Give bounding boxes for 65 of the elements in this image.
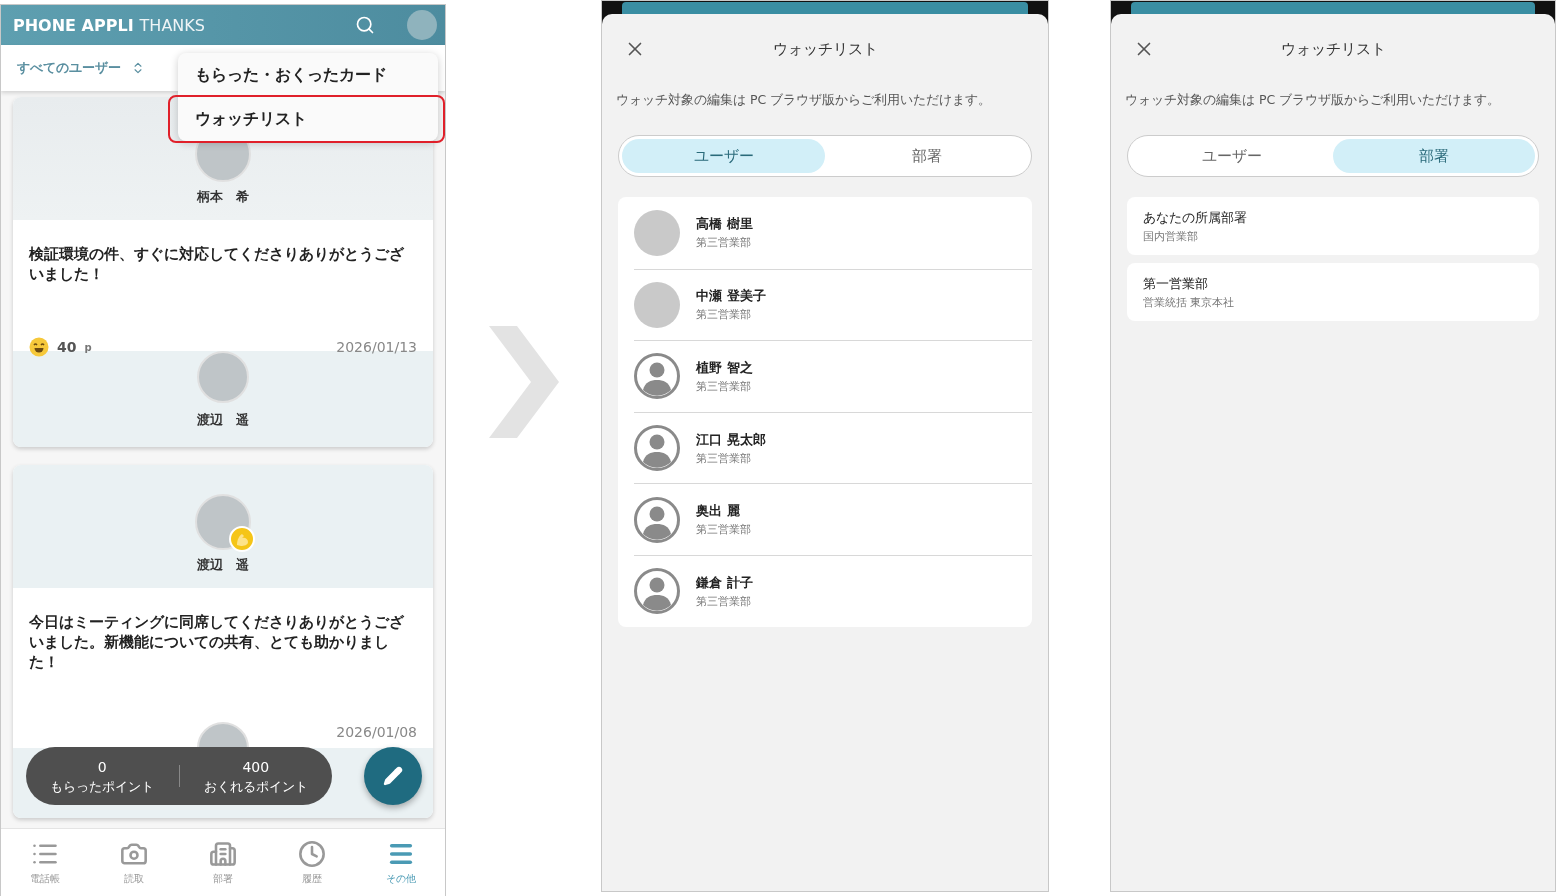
points-unit: p bbox=[84, 341, 92, 353]
user-department: 第三営業部 bbox=[696, 522, 751, 538]
clock-icon bbox=[297, 839, 326, 868]
card-date: 2026/01/13 bbox=[336, 339, 417, 355]
user-department: 第三営業部 bbox=[696, 307, 752, 323]
department-card[interactable]: 第一営業部 営業統括 東京本社 bbox=[1127, 263, 1539, 321]
points-value: 40 bbox=[57, 339, 77, 355]
user-row[interactable]: 鎌倉 計子 第三営業部 bbox=[634, 554, 1032, 627]
user-row[interactable]: 中瀬 登美子 第三営業部 bbox=[634, 268, 1032, 341]
user-row[interactable]: 奥出 麗 第三営業部 bbox=[634, 483, 1032, 555]
default-avatar-icon bbox=[634, 568, 680, 615]
nav-label: 履歴 bbox=[301, 871, 322, 886]
default-avatar-icon bbox=[634, 496, 680, 543]
sender-name: 渡辺 遥 bbox=[197, 556, 249, 574]
default-avatar-icon bbox=[634, 353, 680, 400]
nav-label: 電話帳 bbox=[30, 871, 61, 886]
user-name: 江口 晃太郎 bbox=[696, 430, 766, 449]
user-row[interactable]: 江口 晃太郎 第三営業部 bbox=[634, 411, 1032, 484]
points-count: 400 bbox=[242, 758, 270, 775]
sheet-title: ウォッチリスト bbox=[772, 39, 878, 59]
logo-text: PHONE APPLI bbox=[13, 15, 134, 35]
user-row[interactable]: 高橋 樹里 第三営業部 bbox=[634, 197, 1032, 269]
points-label: もらったポイント bbox=[50, 778, 155, 794]
recipient-name: 渡辺 遥 bbox=[197, 411, 249, 429]
card-message: 検証環境の件、すぐに対応してくださりありがとうございました！ bbox=[29, 245, 405, 284]
department-name: 第一営業部 bbox=[1143, 274, 1209, 293]
menu-item[interactable]: もらった・おくったカード bbox=[178, 53, 438, 97]
notice-text: ウォッチ対象の編集は PC ブラウザ版からご利用いただけます。 bbox=[1125, 92, 1502, 109]
department-name: あなたの所属部署 bbox=[1143, 208, 1248, 227]
user-name: 高橋 樹里 bbox=[696, 215, 753, 234]
segment-tab[interactable]: ユーザー bbox=[1131, 139, 1333, 173]
user-row[interactable]: 植野 智之 第三営業部 bbox=[634, 340, 1032, 412]
user-department: 第三営業部 bbox=[696, 593, 752, 609]
sheet-title: ウォッチリスト bbox=[1280, 39, 1386, 59]
default-avatar-icon bbox=[634, 425, 680, 472]
nav-label: 読取 bbox=[124, 871, 145, 886]
chevron-right-icon bbox=[488, 326, 559, 438]
user-department: 第三営業部 bbox=[696, 450, 752, 466]
department-card[interactable]: あなたの所属部署 国内営業部 bbox=[1127, 197, 1539, 255]
user-department: 第三営業部 bbox=[696, 379, 752, 394]
card-date: 2026/01/08 bbox=[336, 724, 417, 740]
logo-text: THANKS bbox=[139, 15, 205, 35]
photo-placeholder bbox=[197, 351, 249, 403]
search-icon[interactable] bbox=[355, 15, 375, 35]
department-detail: 国内営業部 bbox=[1143, 228, 1199, 244]
notice-text: ウォッチ対象の編集は PC ブラウザ版からご利用いただけます。 bbox=[616, 92, 993, 109]
filter-dropdown[interactable]: すべてのユーザー bbox=[17, 59, 121, 77]
user-name: 植野 智之 bbox=[696, 359, 753, 377]
segment-tab[interactable]: 部署 bbox=[825, 139, 1028, 173]
smiley-icon bbox=[29, 337, 49, 357]
points-count: 0 bbox=[97, 758, 107, 775]
department-detail: 営業統括 東京本社 bbox=[1143, 294, 1236, 310]
points-label: おくれるポイント bbox=[203, 778, 308, 794]
user-name: 鎌倉 計子 bbox=[696, 573, 753, 592]
user-department: 第三営業部 bbox=[696, 235, 752, 251]
segment-tab[interactable]: 部署 bbox=[1333, 139, 1535, 173]
user-name: 奥出 麗 bbox=[696, 502, 741, 521]
sender-name: 柄本 希 bbox=[197, 188, 249, 206]
building-icon bbox=[209, 839, 237, 868]
segment-tab[interactable]: ユーザー bbox=[622, 139, 825, 173]
nav-label: 部署 bbox=[213, 871, 233, 886]
pencil-icon bbox=[383, 766, 403, 786]
nav-label: その他 bbox=[385, 871, 416, 886]
card-message: 今日はミーティングに同席してくださりありがとうございました。新機能についての共有、とても助かりました！ bbox=[29, 613, 405, 672]
user-name: 中瀬 登美子 bbox=[696, 287, 766, 306]
